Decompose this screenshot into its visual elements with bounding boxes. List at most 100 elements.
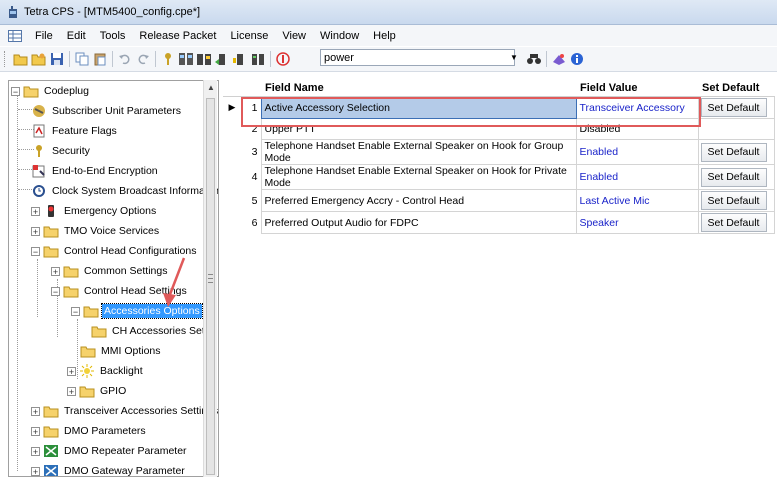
tree-item-codeplug[interactable]: − Codeplug [11, 82, 91, 100]
tree-item-dmo-parameters[interactable]: + DMO Parameters [31, 422, 148, 440]
expand-icon[interactable]: + [51, 266, 60, 276]
set-default-button[interactable]: Set Default [700, 167, 767, 187]
encryption-icon [32, 165, 45, 178]
field-value-cell[interactable]: Enabled [575, 139, 699, 165]
expand-icon[interactable]: + [67, 386, 76, 396]
field-name-cell[interactable]: Upper PTT [260, 118, 577, 140]
undo-icon[interactable] [117, 51, 133, 67]
expand-icon[interactable]: + [31, 406, 40, 416]
expand-icon[interactable]: + [31, 426, 40, 436]
title-bar: Tetra CPS - [MTM5400_config.cpe*] [0, 0, 777, 25]
tree-item-end-to-end-encryption[interactable]: End-to-End Encryption [31, 162, 160, 180]
column-header-set-default[interactable]: Set Default [698, 80, 774, 97]
table-row[interactable]: 5 Preferred Emergency Accry - Control He… [223, 189, 775, 212]
tree-item-security[interactable]: Security [31, 142, 92, 160]
tree-item-tmo-voice-services[interactable]: + TMO Voice Services [31, 222, 161, 240]
menu-file[interactable]: File [28, 30, 60, 42]
collapse-icon[interactable]: − [71, 306, 80, 316]
set-default-button[interactable]: Set Default [700, 191, 767, 210]
menu-tools[interactable]: Tools [93, 30, 133, 42]
table-row[interactable]: ▶ 1 Active Accessory Selection Transceiv… [223, 96, 775, 119]
radio-icon [33, 105, 45, 117]
find-icon[interactable] [526, 51, 542, 67]
menu-release-packet[interactable]: Release Packet [132, 30, 223, 42]
field-value-cell[interactable]: Transceiver Accessory [575, 96, 699, 119]
table-row[interactable]: 6 Preferred Output Audio for FDPC Speake… [223, 211, 775, 234]
scroll-up-icon[interactable]: ▲ [207, 83, 215, 92]
compare-icon[interactable] [178, 51, 194, 67]
set-default-button[interactable]: Set Default [700, 213, 767, 232]
tree-item-mmi-options[interactable]: MMI Options [80, 342, 163, 360]
scrollbar-grip [208, 274, 213, 283]
column-header-field-name[interactable]: Field Name [261, 80, 576, 97]
table-row[interactable]: 3 Telephone Handset Enable External Spea… [223, 139, 775, 165]
menu-help[interactable]: Help [366, 30, 403, 42]
table-row[interactable]: 2 Upper PTT Disabled [223, 118, 775, 140]
menu-view[interactable]: View [275, 30, 313, 42]
column-header-field-value[interactable]: Field Value [576, 80, 698, 97]
folder-icon [63, 286, 79, 298]
redo-icon[interactable] [135, 51, 151, 67]
open-folder-icon[interactable] [13, 51, 29, 67]
tree-item-gpio[interactable]: + GPIO [67, 382, 128, 400]
field-value-cell[interactable]: Speaker [575, 211, 699, 234]
collapse-icon[interactable]: − [51, 286, 60, 296]
tree-scrollbar[interactable]: ▲ [203, 80, 217, 477]
field-name-cell[interactable]: Preferred Emergency Accry - Control Head [260, 189, 577, 212]
tree-item-emergency-options[interactable]: + Emergency Options [31, 202, 158, 220]
program-icon[interactable] [232, 51, 248, 67]
key-icon[interactable] [160, 51, 176, 67]
folder-icon [23, 86, 39, 98]
field-value-cell[interactable]: Enabled [575, 164, 699, 190]
expand-icon[interactable]: + [67, 366, 76, 376]
tree-item-backlight[interactable]: + Backlight [67, 362, 145, 380]
field-name-cell[interactable]: Active Accessory Selection [260, 96, 577, 119]
menu-edit[interactable]: Edit [60, 30, 93, 42]
tree-item-common-settings[interactable]: + Common Settings [51, 262, 169, 280]
folder-icon [91, 326, 107, 338]
radio-write-icon[interactable] [214, 51, 230, 67]
tree-item-subscriber-unit-parameters[interactable]: Subscriber Unit Parameters [31, 102, 183, 120]
tree-item-control-head-configurations[interactable]: − Control Head Configurations [31, 242, 199, 260]
stop-icon[interactable] [275, 51, 291, 67]
scrollbar-thumb[interactable] [206, 98, 215, 475]
grid-header: Field Name Field Value Set Default [223, 80, 774, 97]
expand-icon[interactable]: + [31, 226, 40, 236]
collapse-icon[interactable]: − [31, 246, 40, 256]
set-default-button[interactable]: Set Default [700, 98, 767, 117]
tree-item-dmo-repeater-parameter[interactable]: + DMO Repeater Parameter [31, 442, 189, 460]
upgrade-icon[interactable] [250, 51, 266, 67]
tree-item-accessories-options[interactable]: − Accessories Options [71, 302, 203, 320]
collapse-icon[interactable]: − [11, 86, 20, 96]
field-name-cell[interactable]: Telephone Handset Enable External Speake… [260, 139, 577, 165]
app-icon [9, 6, 17, 18]
set-default-button[interactable]: Set Default [700, 142, 767, 162]
search-input[interactable] [320, 49, 515, 66]
expand-icon[interactable]: + [31, 466, 40, 476]
tree-item-transceiver-accessories-settings[interactable]: + Transceiver Accessories Settings [31, 402, 218, 420]
window-title: Tetra CPS - [MTM5400_config.cpe*] [24, 6, 201, 18]
codeplug-tree[interactable]: − Codeplug Subscriber Unit Parameters Fe… [8, 80, 219, 477]
tree-item-dmo-gateway-parameter[interactable]: + DMO Gateway Parameter [31, 462, 187, 476]
new-file-icon[interactable] [31, 51, 47, 67]
field-name-cell[interactable]: Preferred Output Audio for FDPC [260, 211, 577, 234]
copy-icon[interactable] [74, 51, 90, 67]
expand-icon[interactable]: + [31, 446, 40, 456]
tree-item-control-head-settings[interactable]: − Control Head Settings [51, 282, 189, 300]
radio-read-icon[interactable] [196, 51, 212, 67]
field-value-cell[interactable]: Disabled [575, 118, 699, 140]
tree-item-ch-accessories-setup[interactable]: CH Accessories Setup [91, 322, 218, 340]
help-icon[interactable] [569, 51, 585, 67]
field-value-cell[interactable]: Last Active Mic [575, 189, 699, 212]
menu-license[interactable]: License [223, 30, 275, 42]
validate-icon[interactable] [551, 51, 567, 67]
tree-item-clock-system-broadcast-information[interactable]: Clock System Broadcast Information [31, 182, 218, 200]
paste-icon[interactable] [92, 51, 108, 67]
field-name-cell[interactable]: Telephone Handset Enable External Speake… [260, 164, 577, 190]
expand-icon[interactable]: + [31, 206, 40, 216]
search-dropdown-arrow[interactable]: ▼ [507, 49, 521, 66]
tree-item-feature-flags[interactable]: Feature Flags [31, 122, 119, 140]
table-row[interactable]: 4 Telephone Handset Enable External Spea… [223, 164, 775, 190]
menu-window[interactable]: Window [313, 30, 366, 42]
save-icon[interactable] [49, 51, 65, 67]
